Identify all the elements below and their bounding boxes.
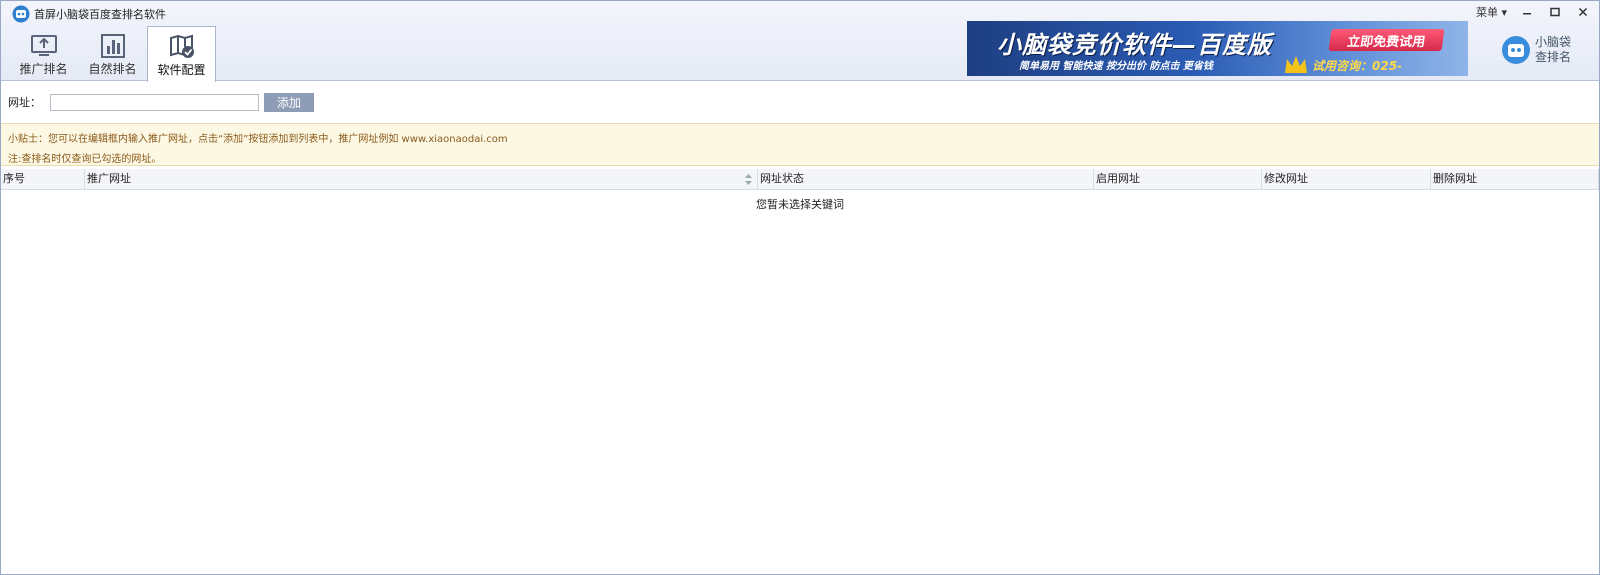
minimize-icon — [1523, 13, 1531, 15]
caret-down-icon: ▾ — [1501, 6, 1507, 19]
book-check-icon — [169, 34, 194, 58]
app-window: 首屏小脑袋百度查排名软件 菜单 ▾ 推广排名 自然排名 软件配置 小脑袋竞价软件… — [0, 0, 1600, 575]
tip-line-1: 小贴士：您可以在编辑框内输入推广网址，点击“添加”按钮添加到列表中，推广网址例如… — [8, 134, 508, 145]
brand-logo: 小脑袋 查排名 — [1501, 33, 1581, 67]
tab-label: 自然排名 — [88, 62, 137, 76]
header-area: 首屏小脑袋百度查排名软件 菜单 ▾ 推广排名 自然排名 软件配置 小脑袋竞价软件… — [1, 1, 1599, 82]
tab-label: 软件配置 — [157, 63, 206, 77]
window-title: 首屏小脑袋百度查排名软件 — [34, 8, 166, 21]
url-input[interactable] — [50, 94, 259, 111]
brand-text: 小脑袋 查排名 — [1535, 35, 1571, 65]
column-label: 网址状态 — [760, 172, 804, 185]
column-promo-url[interactable]: 推广网址 — [85, 169, 758, 190]
column-index[interactable]: 序号 — [1, 169, 85, 190]
tip-box: 小贴士：您可以在编辑框内输入推广网址，点击“添加”按钮添加到列表中，推广网址例如… — [1, 123, 1599, 166]
promo-banner[interactable]: 小脑袋竞价软件—百度版 简单易用 智能快速 按分出价 防点击 更省钱 立即免费试… — [967, 21, 1468, 76]
menu-button[interactable]: 菜单 ▾ — [1472, 4, 1511, 20]
close-button[interactable] — [1571, 4, 1595, 20]
banner-phone: 试用咨询：025-68781313 — [1312, 59, 1403, 76]
column-enable-url[interactable]: 启用网址 — [1094, 169, 1262, 190]
window-controls: 菜单 ▾ — [1472, 3, 1595, 21]
tab-promotion-ranking[interactable]: 推广排名 — [9, 26, 78, 81]
tip-line-2: 注:查排名时仅查询已勾选的网址。 — [8, 154, 162, 165]
url-table-header: 序号 推广网址 网址状态 启用网址 修改网址 删除网址 — [1, 169, 1599, 190]
minimize-button[interactable] — [1515, 4, 1539, 20]
url-form: 网址： 添加 — [1, 82, 1599, 122]
brand-logo-icon — [1502, 36, 1530, 64]
banner-features: 简单易用 智能快速 按分出价 防点击 更省钱 — [1019, 61, 1213, 72]
sort-icon — [745, 174, 752, 185]
app-logo-icon — [12, 5, 30, 23]
monitor-upload-icon — [30, 35, 57, 56]
banner-headline: 小脑袋竞价软件—百度版 — [997, 31, 1272, 59]
column-label: 修改网址 — [1264, 172, 1308, 185]
url-label: 网址： — [8, 96, 41, 109]
brand-line2: 查排名 — [1535, 50, 1572, 64]
tab-software-config[interactable]: 软件配置 — [147, 26, 216, 82]
column-label: 序号 — [3, 172, 25, 185]
bar-chart-icon — [100, 34, 125, 58]
free-trial-button[interactable]: 立即免费试用 — [1328, 29, 1445, 51]
add-button[interactable]: 添加 — [264, 93, 314, 112]
crown-icon — [1285, 56, 1307, 73]
column-label: 删除网址 — [1433, 172, 1477, 185]
tab-label: 推广排名 — [19, 62, 68, 76]
tab-natural-ranking[interactable]: 自然排名 — [78, 26, 147, 81]
column-label: 启用网址 — [1096, 172, 1140, 185]
column-url-status[interactable]: 网址状态 — [758, 169, 1094, 190]
menu-label: 菜单 — [1475, 6, 1498, 19]
column-delete-url[interactable]: 删除网址 — [1431, 169, 1599, 190]
main-tabs: 推广排名 自然排名 软件配置 — [9, 26, 216, 82]
close-icon — [1578, 7, 1588, 17]
maximize-icon — [1550, 7, 1560, 17]
maximize-button[interactable] — [1543, 4, 1567, 20]
column-edit-url[interactable]: 修改网址 — [1262, 169, 1431, 190]
brand-line1: 小脑袋 — [1535, 35, 1572, 49]
column-label: 推广网址 — [87, 172, 131, 185]
empty-table-message: 您暂未选择关键词 — [756, 198, 844, 211]
